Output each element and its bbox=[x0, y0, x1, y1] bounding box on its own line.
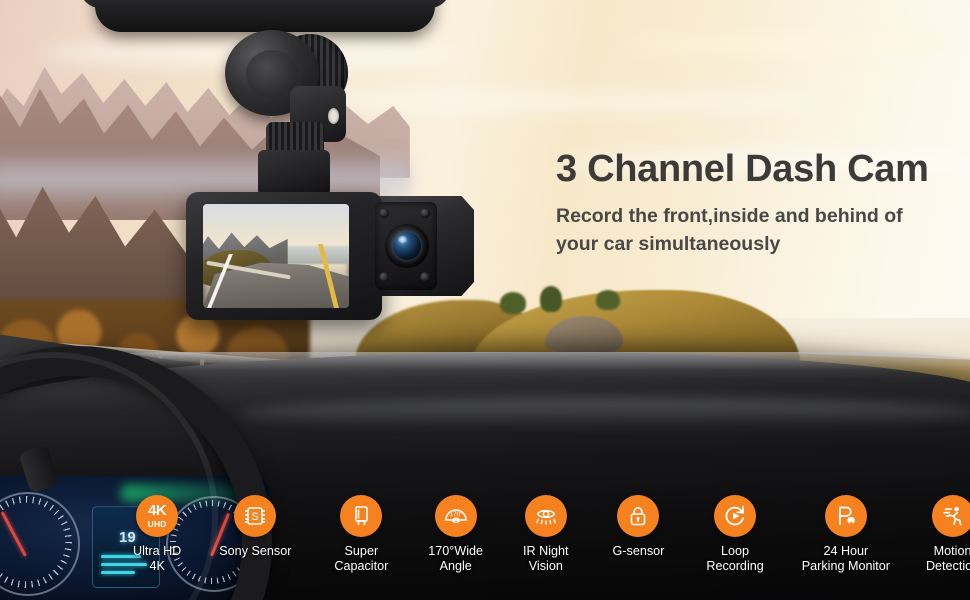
ir-led bbox=[420, 208, 430, 218]
feature-item-motion-detection: Motion Detection bbox=[926, 495, 970, 575]
svg-text:S: S bbox=[252, 511, 259, 523]
feature-label: Ultra HD 4K bbox=[133, 544, 182, 574]
g-sensor-lock-icon bbox=[617, 495, 660, 537]
capacitor-icon bbox=[340, 495, 383, 537]
feature-label: G-sensor bbox=[612, 544, 665, 558]
wide-angle-value: 170° bbox=[449, 510, 463, 518]
mount-screw-hole bbox=[328, 108, 339, 124]
ir-led bbox=[420, 272, 430, 282]
dashboard-sheen bbox=[240, 398, 970, 428]
shrub bbox=[596, 290, 620, 310]
shrub bbox=[540, 286, 562, 312]
feature-label: Loop Recording bbox=[706, 544, 764, 574]
feature-list: 4K UHD Ultra HD 4K S Sony Sensor Super C… bbox=[0, 495, 970, 595]
feature-label: IR Night Vision bbox=[523, 544, 569, 574]
feature-label: Super Capacitor bbox=[334, 544, 389, 574]
feature-item-g-sensor: G-sensor bbox=[612, 495, 665, 559]
rearview-mirror bbox=[95, 0, 435, 32]
ir-led bbox=[379, 272, 389, 282]
ir-led bbox=[379, 208, 389, 218]
sony-sensor-chip-icon: S bbox=[234, 495, 277, 537]
4k-uhd-icon: 4K UHD bbox=[136, 495, 179, 537]
feature-item-super-capacitor: Super Capacitor bbox=[334, 495, 388, 575]
wide-angle-170-icon: 170° bbox=[434, 495, 477, 537]
shrub bbox=[500, 292, 526, 314]
feature-label: Motion Detection bbox=[925, 544, 970, 574]
night-vision-eye-icon bbox=[524, 495, 567, 537]
feature-label: Sony Sensor bbox=[219, 544, 292, 558]
product-banner: 19 3 Channel Dash Cam Record the front,i… bbox=[0, 0, 970, 600]
feature-item-ultra-hd-4k: 4K UHD Ultra HD 4K bbox=[133, 495, 181, 575]
badge-4k-text: 4K bbox=[147, 502, 167, 520]
lens-glint bbox=[398, 236, 407, 243]
feature-item-loop-recording: Loop Recording bbox=[706, 495, 764, 575]
feature-item-parking-monitor: 24 Hour Parking Monitor bbox=[802, 495, 890, 575]
feature-item-wide-angle: 170° 170°Wide Angle bbox=[428, 495, 483, 575]
motion-detection-icon bbox=[931, 495, 970, 537]
feature-label: 170°Wide Angle bbox=[428, 544, 484, 574]
loop-recording-icon bbox=[714, 495, 757, 537]
feature-label: 24 Hour Parking Monitor bbox=[801, 544, 890, 574]
interior-camera-lens bbox=[393, 232, 421, 260]
feature-item-night-vision: IR Night Vision bbox=[523, 495, 569, 575]
badge-uhd-text: UHD bbox=[147, 519, 167, 530]
parking-monitor-icon bbox=[824, 495, 867, 537]
page-subtitle: Record the front,inside and behind of yo… bbox=[556, 205, 903, 255]
mount-stem bbox=[258, 150, 330, 196]
feature-item-sony-sensor: S Sony Sensor bbox=[219, 495, 291, 559]
dash-cam-lcd-screen bbox=[203, 204, 349, 308]
page-title: 3 Channel Dash Cam bbox=[556, 148, 929, 190]
